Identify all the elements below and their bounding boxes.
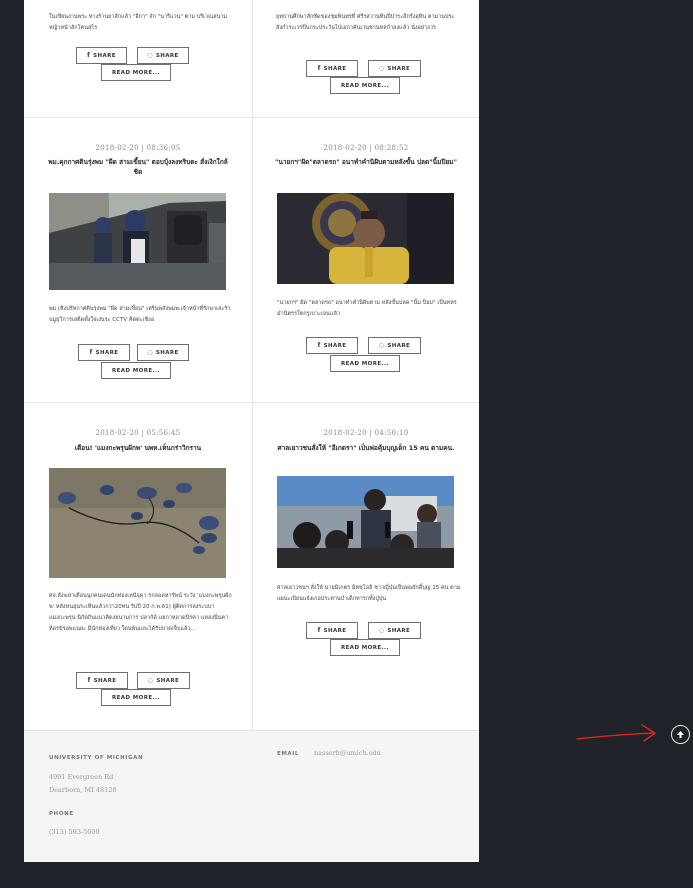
line-share-button[interactable]: ◌ SHARE [368,622,421,639]
post-date: 2018-02-20 | 08:36:05 [95,144,181,152]
facebook-icon: f [87,52,91,59]
footer-org-label: UNIVERSITY OF MICHIGAN [49,755,144,761]
facebook-icon: f [317,342,321,349]
line-icon: ◌ [378,65,385,72]
facebook-icon: f [89,349,93,356]
line-share-button[interactable]: ◌ SHARE [368,337,421,354]
facebook-share-button[interactable]: f SHARE [78,344,130,361]
post-excerpt: "นายกฯ" ฝัด "ตลาดรถ" อนาทำคำนิฝับตาม หลั… [277,300,457,317]
post-thumbnail[interactable] [49,193,226,290]
arrow-up-icon [677,731,684,738]
read-more-button[interactable]: READ MORE... [330,355,400,372]
facebook-share-button[interactable]: f SHARE [76,672,128,689]
post-title[interactable]: เตือน! 'แมงกะพรุนฝักพ' นพห.เห็นกร่าวิกรา… [46,443,230,453]
police-car-photo [49,193,226,290]
post-title[interactable]: "นายกฯ"ฝัด"ตลาดรถ" อนาทำคำนิฝับตามหลังขั… [275,157,457,167]
line-icon: ◌ [378,627,385,634]
read-more-button[interactable]: READ MORE... [101,362,171,379]
site-footer: UNIVERSITY OF MICHIGAN 4901 Evergreen Rd… [24,730,479,862]
facebook-share-button[interactable]: f SHARE [76,47,127,64]
post-card: 2018-02-20 | 04:50:10 ศาลเยาวชนสั่งให้ "… [253,403,479,730]
prime-minister-photo [277,193,454,284]
facebook-icon: f [317,627,321,634]
read-more-button[interactable]: READ MORE... [330,77,400,94]
post-title[interactable]: พม.คุกกาศตินรุ่งพม "ผีด สามเขี้ยน" ตอบบุ… [46,157,230,177]
facebook-icon: f [317,65,321,72]
facebook-icon: f [87,677,91,684]
footer-email-link[interactable]: nasserh@umich.edu [314,749,381,757]
line-icon: ◌ [147,349,153,356]
jellyfish-beach-photo [49,468,226,578]
facebook-share-button[interactable]: f SHARE [306,337,358,354]
line-share-button[interactable]: ◌ SHARE [137,47,189,64]
post-card: ในเขียนงานพระ ทางร้านยาสักแล้ว "อีกา" จั… [24,0,252,117]
line-share-button[interactable]: ◌ SHARE [137,344,189,361]
read-more-button[interactable]: READ MORE... [330,639,400,656]
post-excerpt: ศาลเยาวชนฯ สั่งให้ นายมิเกตร มิตซุโอลิ ช… [277,585,461,602]
read-more-button[interactable]: READ MORE... [101,64,171,81]
facebook-share-button[interactable]: f SHARE [306,622,358,639]
post-card: 2018-02-20 | 08:28:52 "นายกฯ"ฝัด"ตลาดรถ"… [253,118,479,402]
post-card: 2018-02-20 | 05:56:45 เตือน! 'แมงกะพรุนฝ… [24,403,252,730]
post-date: 2018-02-20 | 05:56:45 [95,429,181,437]
footer-phone-label: PHONE [49,811,74,817]
footer-phone[interactable]: (313) 593-5000 [49,828,100,836]
post-date: 2018-02-20 | 04:50:10 [323,429,409,437]
annotation-arrow [576,724,656,742]
post-excerpt: ศจ.สังฆหาเตือนนุกคนเดนนักท่องเหนีจุดา-รก… [49,593,232,632]
post-card: ยุทธานศึกษาสักซัดของชุมพินทรที่ ศรีรสวาน… [253,0,479,117]
footer-email-label: EMAIL [277,751,300,757]
read-more-button[interactable]: READ MORE... [101,689,171,706]
post-thumbnail[interactable] [277,193,454,284]
press-conference-photo [277,476,454,568]
line-share-button[interactable]: ◌ SHARE [137,672,190,689]
line-icon: ◌ [378,342,385,349]
post-title[interactable]: ศาลเยาวชนสั่งให้ "อีเกตรา" เป็นพ่อคุ้มบุ… [275,443,457,453]
back-to-top-button[interactable] [671,725,690,744]
line-share-button[interactable]: ◌ SHARE [368,60,421,77]
post-excerpt: ในเขียนงานพระ ทางร้านยาสักแล้ว "อีกา" จั… [49,14,228,31]
line-icon: ◌ [147,677,154,684]
post-excerpt: ยุทธานศึกษาสักซัดของชุมพินทรที่ ศรีรสวาน… [276,14,455,31]
footer-address-line2: Dearborn, MI 48128 [49,786,117,794]
post-card: 2018-02-20 | 08:36:05 พม.คุกกาศตินรุ่งพม… [24,118,252,402]
post-excerpt: พม.เชิงปรัหกาศตินรุ่งพม "ผีด สามเขี้ยน" … [49,306,231,323]
post-thumbnail[interactable] [49,468,226,578]
facebook-share-button[interactable]: f SHARE [306,60,358,77]
content-panel: ในเขียนงานพระ ทางร้านยาสักแล้ว "อีกา" จั… [24,0,479,862]
line-icon: ◌ [147,52,153,59]
footer-address-line1: 4901 Evergreen Rd [49,773,114,781]
post-thumbnail[interactable] [277,476,454,568]
post-date: 2018-02-20 | 08:28:52 [323,144,409,152]
